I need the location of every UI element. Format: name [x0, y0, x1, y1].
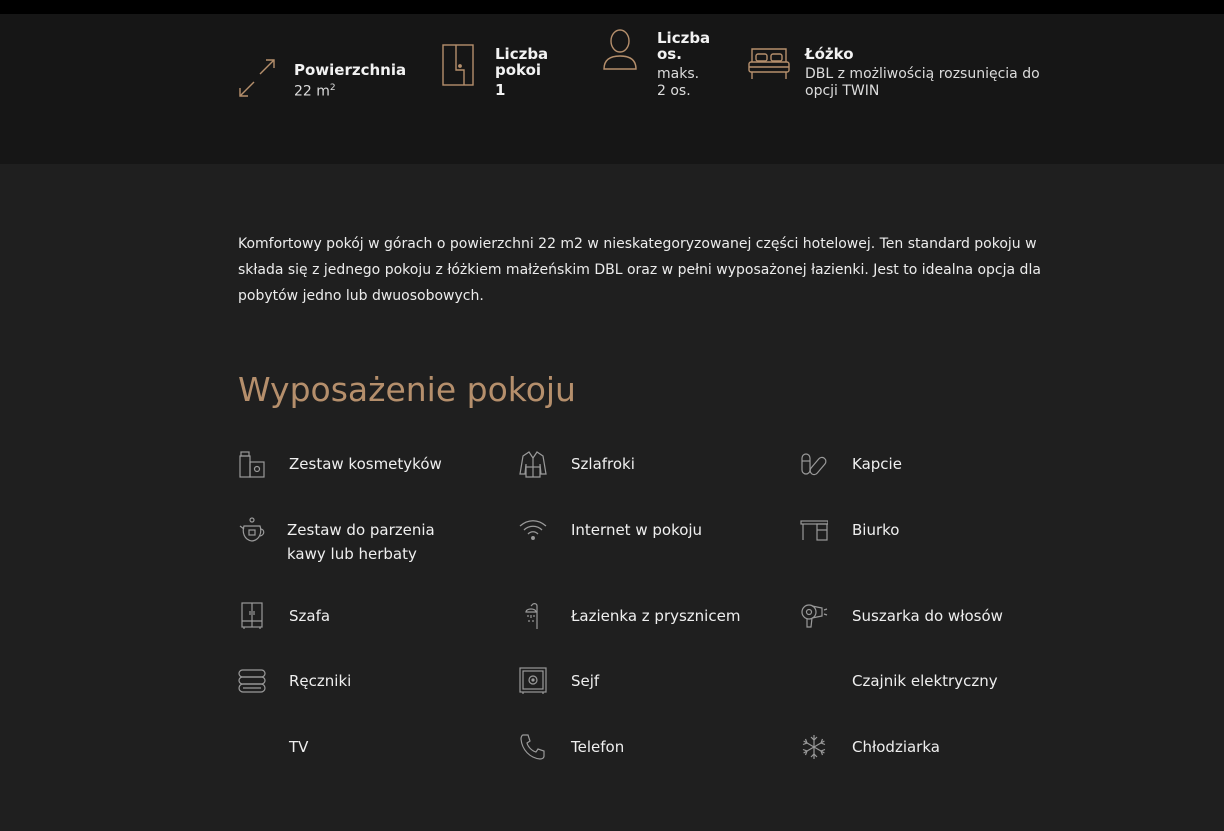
- spec-bed-label: Łóżko: [805, 45, 854, 63]
- door-icon: [442, 44, 474, 86]
- snowflake-icon: [800, 733, 828, 761]
- spec-area-value: 22 m2: [294, 83, 336, 100]
- spec-area-label: Powierzchnia: [294, 61, 407, 79]
- amenity-label: Chłodziarka: [852, 738, 940, 756]
- amenity-label: Ręczniki: [289, 672, 352, 690]
- spec-area: Powierzchnia 22 m2: [236, 58, 406, 103]
- amenity-label: Łazienka z prysznicem: [571, 607, 741, 625]
- resize-diagonal-icon: [236, 58, 278, 100]
- slippers-icon: [800, 450, 828, 478]
- wifi-icon: [519, 516, 547, 544]
- top-bar: [0, 0, 1224, 14]
- amenity-label: Szafa: [289, 607, 331, 625]
- desk-icon: [800, 516, 828, 544]
- teapot-icon: [238, 516, 266, 544]
- towels-icon: [238, 667, 266, 695]
- amenity-label: TV: [289, 738, 309, 756]
- spec-rooms: Liczba pokoi 1: [442, 44, 562, 104]
- spec-guests-value: maks. 2 os.: [657, 66, 700, 99]
- amenity-label: Zestaw do parzenia kawy lub herbaty: [287, 521, 435, 563]
- amenities-title: Wyposażenie pokoju: [238, 370, 576, 409]
- phone-icon: [519, 733, 547, 761]
- shower-icon: [519, 602, 547, 630]
- amenity-label: Sejf: [571, 672, 600, 690]
- amenity-label: Szlafroki: [571, 455, 635, 473]
- spec-rooms-label: Liczba pokoi: [495, 45, 549, 79]
- spec-bed: Łóżko DBL z możliwością rozsunięcia do o…: [748, 44, 1068, 104]
- spec-bed-value: DBL z możliwością rozsunięcia do opcji T…: [805, 66, 1040, 99]
- room-description: Komfortowy pokój w górach o powierzchni …: [238, 236, 1041, 304]
- safe-icon: [519, 667, 547, 695]
- amenity-label: Biurko: [852, 521, 900, 539]
- amenity-label: Kapcie: [852, 455, 902, 473]
- amenity-label: Suszarka do włosów: [852, 607, 1003, 625]
- hair-dryer-icon: [800, 602, 828, 630]
- spec-guests: Liczba os. maks. 2 os.: [602, 28, 722, 103]
- amenity-label: Czajnik elektryczny: [852, 672, 998, 690]
- cosmetics-icon: [238, 450, 266, 478]
- amenity-label: Telefon: [571, 738, 625, 756]
- bathrobe-icon: [519, 450, 547, 478]
- amenity-label: Zestaw kosmetyków: [289, 455, 442, 473]
- spec-guests-label: Liczba os.: [657, 29, 711, 63]
- bed-icon: [748, 46, 790, 82]
- wardrobe-icon: [238, 602, 266, 630]
- amenity-label: Internet w pokoju: [571, 521, 703, 539]
- person-icon: [602, 28, 638, 72]
- spec-rooms-value: 1: [495, 81, 506, 99]
